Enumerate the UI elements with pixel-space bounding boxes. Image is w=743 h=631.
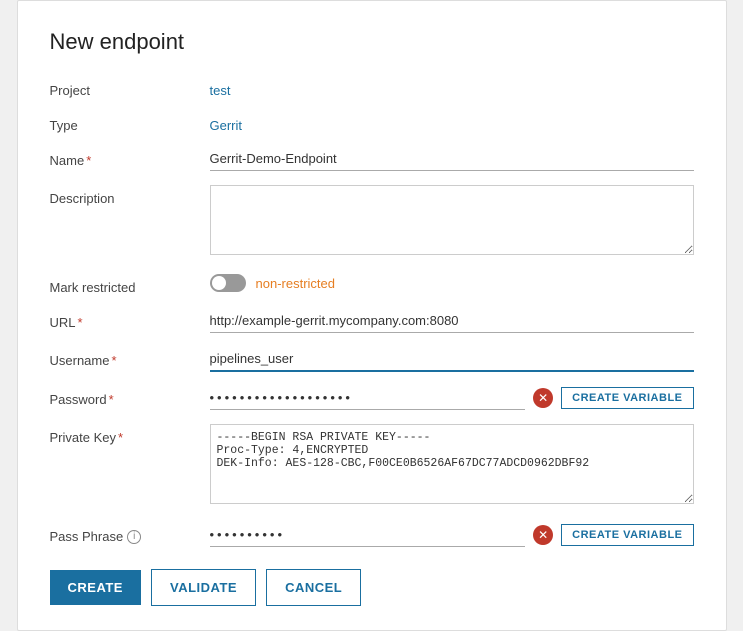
password-create-variable-button[interactable]: CREATE VARIABLE [561,387,693,409]
toggle-status-label: non-restricted [256,276,335,291]
description-row: Description [50,185,694,260]
private-key-row: Private Key* -----BEGIN RSA PRIVATE KEY-… [50,424,694,509]
project-row: Project test [50,77,694,98]
type-row: Type Gerrit [50,112,694,133]
mark-restricted-label: Mark restricted [50,274,210,295]
username-label: Username* [50,347,210,368]
url-label: URL* [50,309,210,330]
pass-phrase-create-variable-button[interactable]: CREATE VARIABLE [561,524,693,546]
validate-button[interactable]: VALIDATE [151,569,256,606]
type-label: Type [50,112,210,133]
username-input[interactable] [210,347,694,372]
project-label: Project [50,77,210,98]
clear-icon: ✕ [538,391,548,405]
name-label: Name* [50,147,210,168]
clear-icon-2: ✕ [538,528,548,542]
create-button[interactable]: CREATE [50,570,141,605]
new-endpoint-dialog: New endpoint Project test Type Gerrit Na… [17,0,727,631]
password-row: Password* ✕ CREATE VARIABLE [50,386,694,410]
footer: CREATE VALIDATE CANCEL [50,569,694,606]
description-label: Description [50,185,210,206]
name-row: Name* [50,147,694,171]
username-row: Username* [50,347,694,372]
password-input[interactable] [210,386,526,410]
password-label: Password* [50,386,210,407]
type-value: Gerrit [210,112,694,133]
url-input[interactable] [210,309,694,333]
mark-restricted-row: Mark restricted non-restricted [50,274,694,295]
password-clear-button[interactable]: ✕ [533,388,553,408]
project-value: test [210,77,694,98]
url-row: URL* [50,309,694,333]
cancel-button[interactable]: CANCEL [266,569,361,606]
restricted-toggle[interactable] [210,274,246,292]
description-input[interactable] [210,185,694,255]
pass-phrase-clear-button[interactable]: ✕ [533,525,553,545]
name-input[interactable] [210,147,694,171]
pass-phrase-info-icon[interactable]: i [127,530,141,544]
dialog-title: New endpoint [50,29,694,55]
private-key-label: Private Key* [50,424,210,445]
pass-phrase-label: Pass Phrase i [50,523,210,544]
pass-phrase-row: Pass Phrase i ✕ CREATE VARIABLE [50,523,694,547]
pass-phrase-input[interactable] [210,523,526,547]
private-key-input[interactable]: -----BEGIN RSA PRIVATE KEY----- Proc-Typ… [210,424,694,504]
